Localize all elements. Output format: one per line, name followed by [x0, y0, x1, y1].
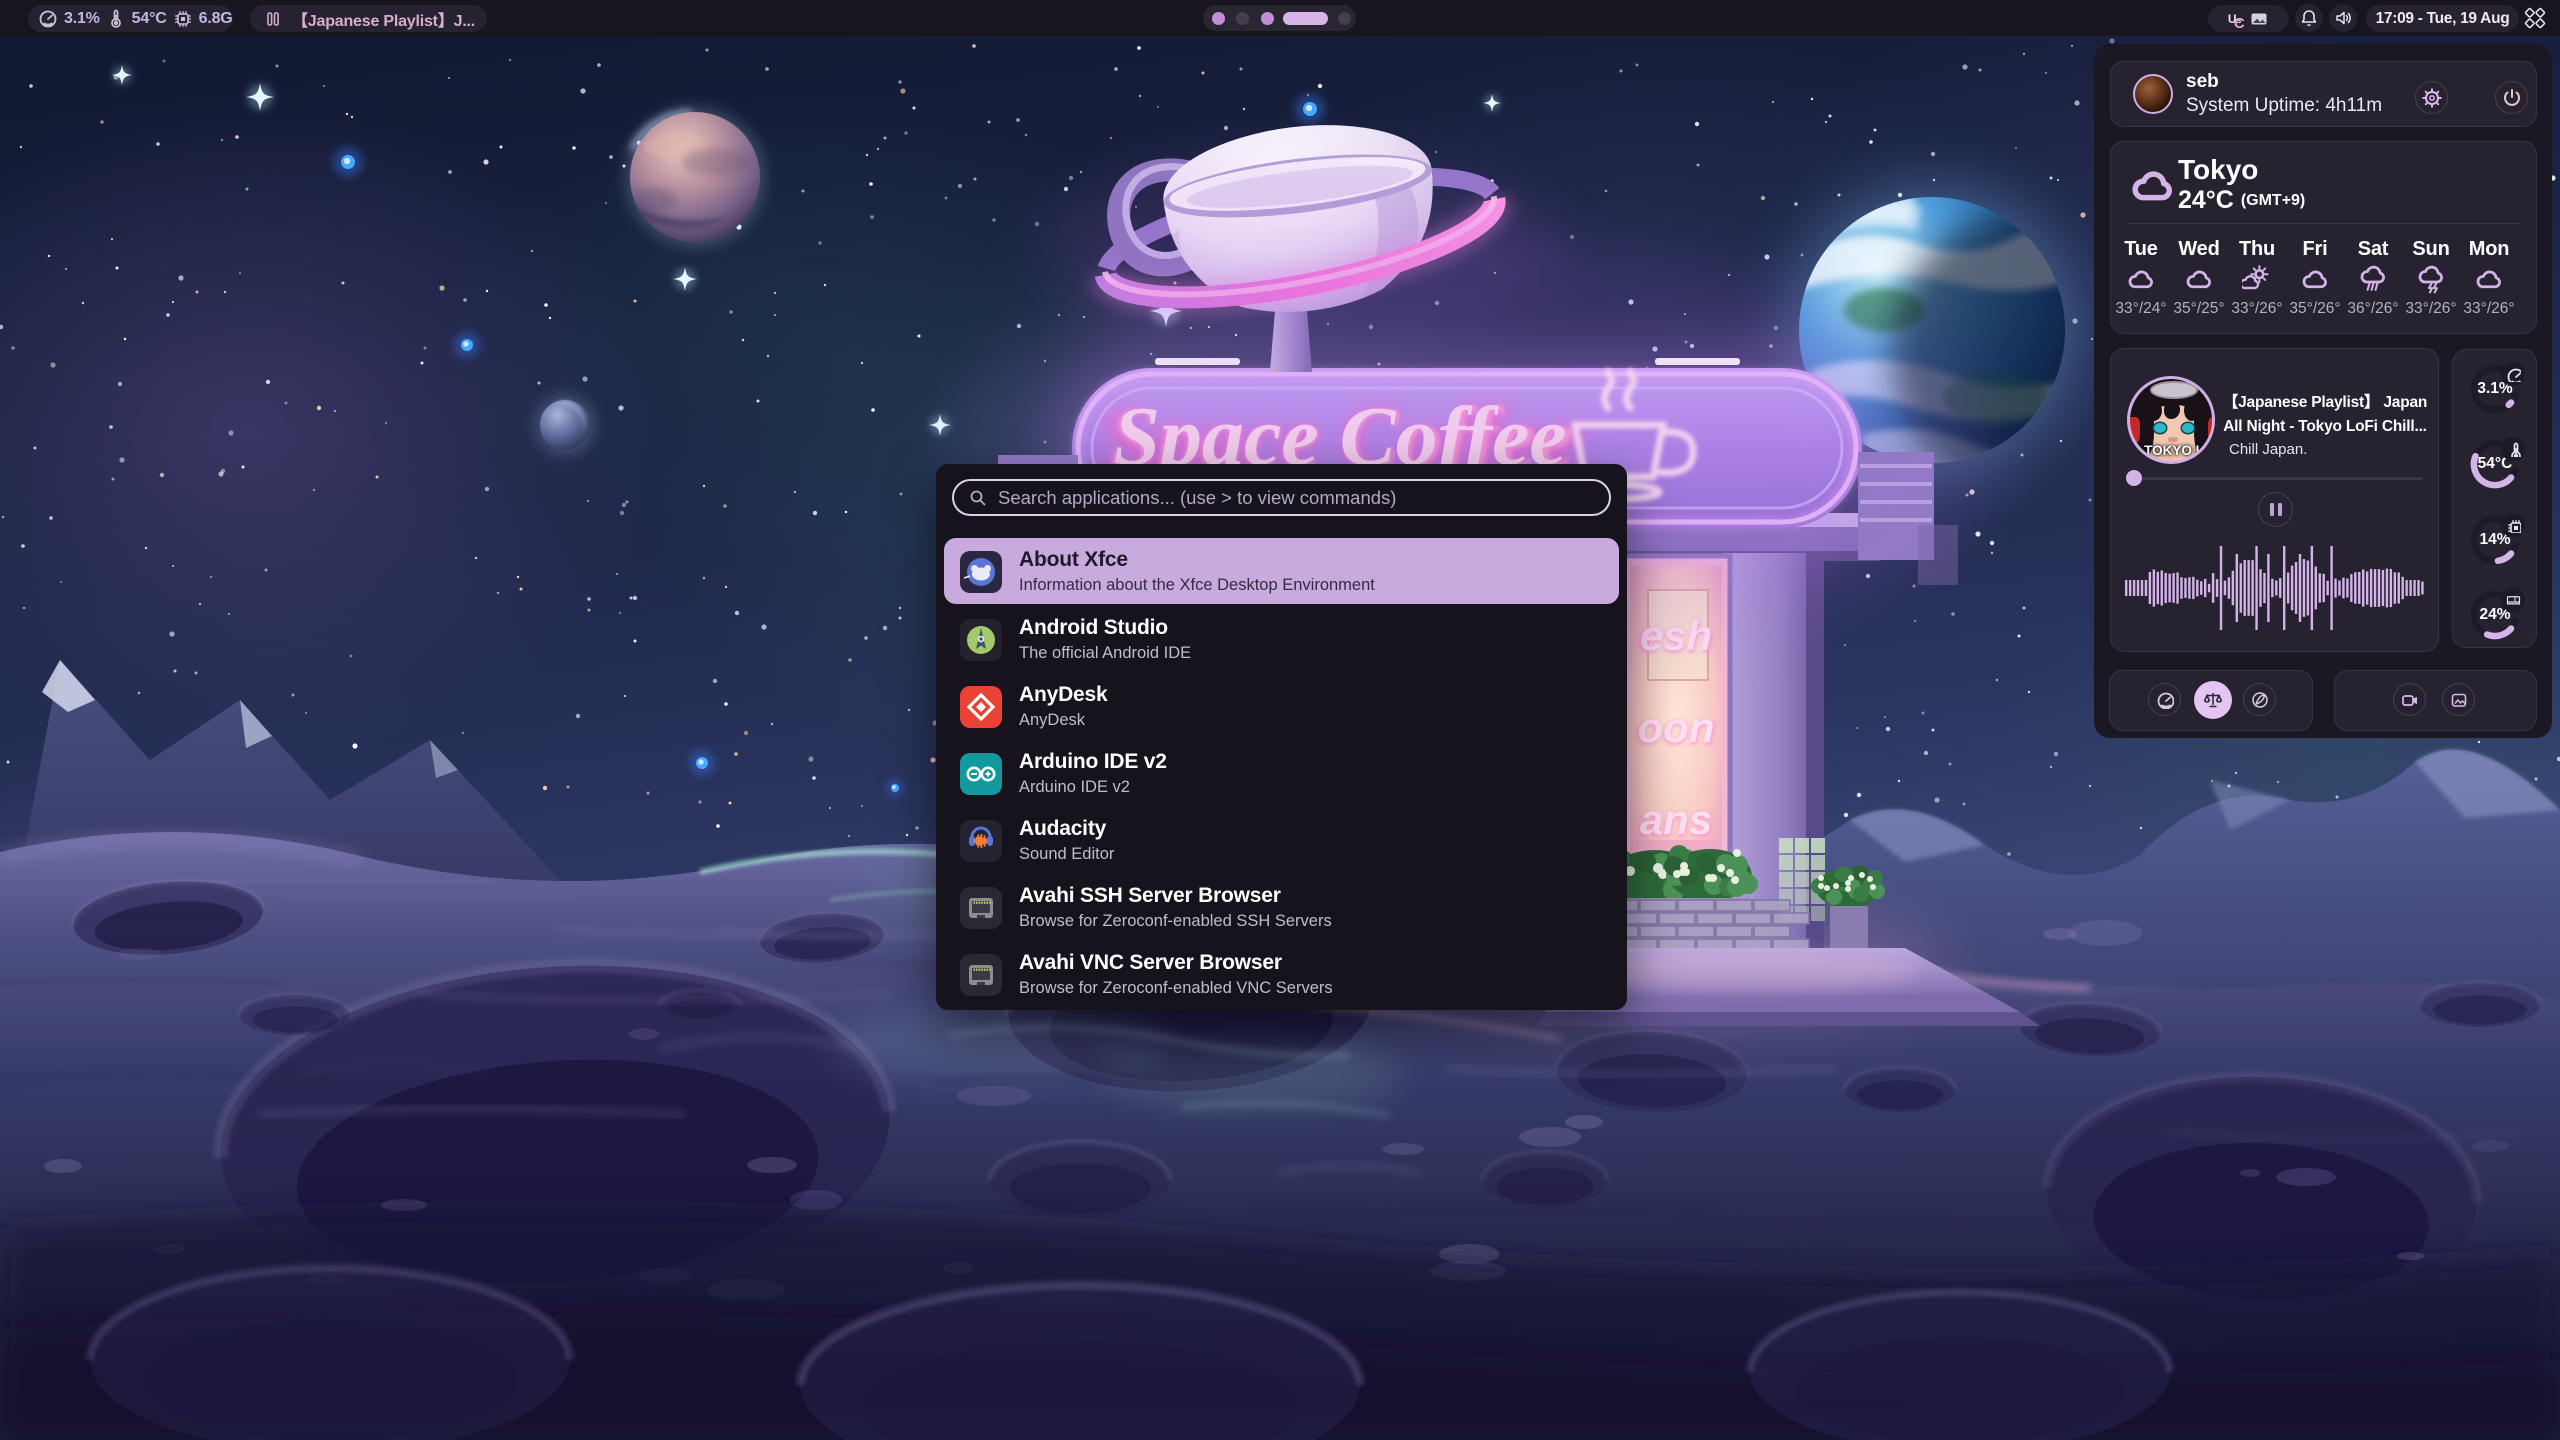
svg-text:ans: ans: [1640, 796, 1712, 843]
svg-text:oon: oon: [1638, 704, 1715, 751]
